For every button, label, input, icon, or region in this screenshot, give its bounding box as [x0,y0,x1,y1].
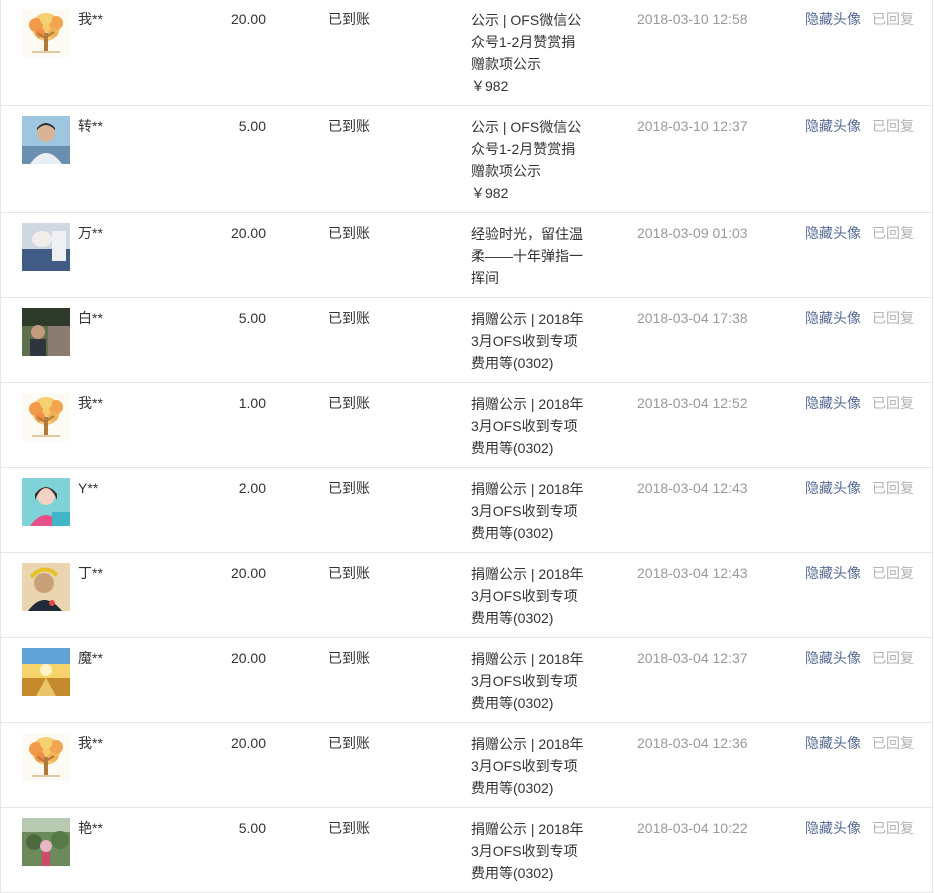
donation-amount: 2.00 [238,480,266,496]
reply-status: 已回复 [872,735,914,751]
donation-amount: 20.00 [230,225,266,241]
donation-time: 2018-03-04 17:38 [637,310,748,326]
donor-nickname: Y** [78,480,99,496]
donation-time: 2018-03-04 12:37 [637,650,748,666]
donation-time: 2018-03-04 10:22 [637,820,748,836]
hide-avatar-link[interactable]: 隐藏头像 [805,478,861,498]
article-title: 经验时光，留住温柔——十年弹指一挥间 [471,226,583,286]
donation-amount: 20.00 [230,650,266,666]
article-title: 捐赠公示 | 2018年3月OFS收到专项费用等(0302) [471,311,584,371]
article-title: 捐赠公示 | 2018年3月OFS收到专项费用等(0302) [471,736,584,796]
reply-status: 已回复 [872,11,914,27]
donation-amount: 20.00 [230,735,266,751]
donation-time: 2018-03-04 12:43 [637,480,748,496]
reply-status: 已回复 [872,310,914,326]
donation-time: 2018-03-04 12:52 [637,395,748,411]
donation-row: 我** 20.00 已到账 公示 | OFS微信公众号1-2月赞赏捐赠款项公示 ￥98… [1,0,932,106]
payment-status: 已到账 [328,11,370,27]
donation-list: 我** 20.00 已到账 公示 | OFS微信公众号1-2月赞赏捐赠款项公示 ￥98… [0,0,933,893]
reply-status: 已回复 [872,395,914,411]
donation-amount: 5.00 [238,820,266,836]
payment-status: 已到账 [328,225,370,241]
reply-status: 已回复 [872,118,914,134]
donation-row: Y** 2.00 已到账 捐赠公示 | 2018年3月OFS收到专项费用等(0302)… [1,468,932,553]
donation-time: 2018-03-09 01:03 [637,225,748,241]
donor-nickname: 丁** [78,565,103,581]
donation-row: 万** 20.00 已到账 经验时光，留住温柔——十年弹指一挥间 2018-03-09 … [1,213,932,298]
donor-nickname: 我** [78,11,103,27]
donation-amount: 20.00 [230,11,266,27]
hand-photo-avatar-icon [22,223,70,271]
donation-time: 2018-03-04 12:36 [637,735,748,751]
donation-time: 2018-03-04 12:43 [637,565,748,581]
donation-row: 魔** 20.00 已到账 捐赠公示 | 2018年3月OFS收到专项费用等(0302… [1,638,932,723]
donation-amount: 5.00 [238,118,266,134]
donation-amount: 20.00 [230,565,266,581]
reply-status: 已回复 [872,480,914,496]
sunset-road-avatar-icon [22,648,70,696]
garden-photo-avatar-icon [22,818,70,866]
article-title: 捐赠公示 | 2018年3月OFS收到专项费用等(0302) [471,396,584,456]
donation-row: 转** 5.00 已到账 公示 | OFS微信公众号1-2月赞赏捐赠款项公示 ￥982… [1,106,932,213]
donation-row: 丁** 20.00 已到账 捐赠公示 | 2018年3月OFS收到专项费用等(0302… [1,553,932,638]
hide-avatar-link[interactable]: 隐藏头像 [805,393,861,413]
donor-nickname: 我** [78,395,103,411]
donation-time: 2018-03-10 12:58 [637,11,748,27]
reply-status: 已回复 [872,650,914,666]
donation-row: 艳** 5.00 已到账 捐赠公示 | 2018年3月OFS收到专项费用等(0302)… [1,808,932,893]
payment-status: 已到账 [328,565,370,581]
payment-status: 已到账 [328,310,370,326]
payment-status: 已到账 [328,820,370,836]
payment-status: 已到账 [328,480,370,496]
reply-status: 已回复 [872,225,914,241]
woman-photo-avatar-icon [22,478,70,526]
donation-time: 2018-03-10 12:37 [637,118,748,134]
donor-nickname: 白** [78,310,103,326]
outdoor-photo-avatar-icon [22,308,70,356]
article-title: 捐赠公示 | 2018年3月OFS收到专项费用等(0302) [471,566,584,626]
hide-avatar-link[interactable]: 隐藏头像 [805,648,861,668]
payment-status: 已到账 [328,118,370,134]
donor-nickname: 转** [78,118,103,134]
payment-status: 已到账 [328,735,370,751]
hide-avatar-link[interactable]: 隐藏头像 [805,563,861,583]
tree-avatar-icon [22,393,70,441]
article-title: 公示 | OFS微信公众号1-2月赞赏捐赠款项公示 ￥982 [471,12,582,94]
payment-status: 已到账 [328,650,370,666]
child-photo-avatar-icon [22,563,70,611]
hide-avatar-link[interactable]: 隐藏头像 [805,308,861,328]
article-title: 公示 | OFS微信公众号1-2月赞赏捐赠款项公示 ￥982 [471,119,582,201]
person-photo-avatar-icon [22,116,70,164]
donor-nickname: 艳** [78,820,103,836]
hide-avatar-link[interactable]: 隐藏头像 [805,9,861,29]
reply-status: 已回复 [872,820,914,836]
donor-nickname: 万** [78,225,103,241]
article-title: 捐赠公示 | 2018年3月OFS收到专项费用等(0302) [471,651,584,711]
tree-avatar-icon [22,9,70,57]
reply-status: 已回复 [872,565,914,581]
tree-avatar-icon [22,733,70,781]
donation-row: 白** 5.00 已到账 捐赠公示 | 2018年3月OFS收到专项费用等(0302)… [1,298,932,383]
donation-row: 我** 20.00 已到账 捐赠公示 | 2018年3月OFS收到专项费用等(0302… [1,723,932,808]
donor-nickname: 我** [78,735,103,751]
article-title: 捐赠公示 | 2018年3月OFS收到专项费用等(0302) [471,481,584,541]
hide-avatar-link[interactable]: 隐藏头像 [805,733,861,753]
payment-status: 已到账 [328,395,370,411]
hide-avatar-link[interactable]: 隐藏头像 [805,818,861,838]
donation-amount: 1.00 [238,395,266,411]
hide-avatar-link[interactable]: 隐藏头像 [805,223,861,243]
hide-avatar-link[interactable]: 隐藏头像 [805,116,861,136]
donor-nickname: 魔** [78,650,103,666]
article-title: 捐赠公示 | 2018年3月OFS收到专项费用等(0302) [471,821,584,881]
donation-row: 我** 1.00 已到账 捐赠公示 | 2018年3月OFS收到专项费用等(0302)… [1,383,932,468]
donation-amount: 5.00 [238,310,266,326]
